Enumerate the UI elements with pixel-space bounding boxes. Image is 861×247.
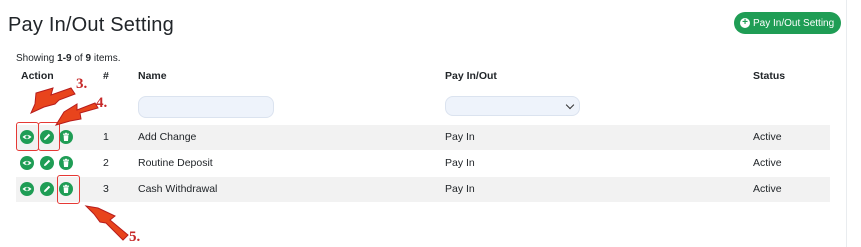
row-status: Active bbox=[753, 183, 782, 195]
plus-circle-icon: + bbox=[740, 18, 750, 28]
chevron-down-icon bbox=[565, 100, 575, 110]
row-index: 3 bbox=[103, 183, 109, 195]
callout-label-3: 3. bbox=[76, 76, 88, 92]
callout-label-5: 5. bbox=[129, 229, 141, 245]
delete-button[interactable] bbox=[59, 130, 73, 144]
pay-in-out-filter-select[interactable] bbox=[445, 96, 580, 116]
edit-button[interactable] bbox=[40, 156, 54, 170]
row-status: Active bbox=[753, 157, 782, 169]
add-button-label: Pay In/Out Setting bbox=[753, 17, 835, 29]
add-pay-in-out-setting-button[interactable]: + Pay In/Out Setting bbox=[734, 12, 842, 34]
eye-icon bbox=[22, 160, 32, 166]
row-pay-in-out: Pay In bbox=[445, 131, 475, 143]
trash-icon bbox=[63, 132, 69, 141]
table-row: 3 Cash Withdrawal Pay In Active bbox=[16, 177, 830, 202]
column-header-action: Action bbox=[21, 70, 54, 82]
callout-arrow-3 bbox=[30, 87, 76, 115]
pencil-icon bbox=[44, 159, 51, 166]
edit-button[interactable] bbox=[40, 182, 54, 196]
column-header-pay-in-out[interactable]: Pay In/Out bbox=[445, 70, 497, 82]
row-status: Active bbox=[753, 131, 782, 143]
delete-button[interactable] bbox=[59, 156, 73, 170]
trash-icon bbox=[63, 158, 69, 167]
callout-box-edit bbox=[38, 122, 60, 151]
pencil-icon bbox=[44, 185, 51, 192]
page-edge-divider bbox=[846, 0, 847, 247]
callout-label-4: 4. bbox=[96, 95, 108, 111]
results-summary: Showing 1-9 of 9 items. bbox=[16, 53, 121, 64]
page-title: Pay In/Out Setting bbox=[8, 14, 174, 36]
row-index: 1 bbox=[103, 131, 109, 143]
view-button[interactable] bbox=[20, 182, 34, 196]
callout-box-delete bbox=[57, 175, 80, 204]
row-name: Cash Withdrawal bbox=[138, 183, 218, 195]
row-pay-in-out: Pay In bbox=[445, 183, 475, 195]
row-name: Add Change bbox=[138, 131, 197, 143]
table-row: 2 Routine Deposit Pay In Active bbox=[16, 151, 830, 176]
callout-box-view bbox=[16, 122, 39, 151]
callout-arrow-4 bbox=[54, 102, 99, 126]
view-button[interactable] bbox=[20, 156, 34, 170]
eye-icon bbox=[22, 186, 32, 192]
row-name: Routine Deposit bbox=[138, 157, 213, 169]
row-index: 2 bbox=[103, 157, 109, 169]
callout-arrow-5 bbox=[84, 205, 129, 241]
column-header-index: # bbox=[103, 70, 109, 82]
column-header-name[interactable]: Name bbox=[138, 70, 167, 82]
row-pay-in-out: Pay In bbox=[445, 157, 475, 169]
column-header-status[interactable]: Status bbox=[753, 70, 785, 82]
callout-arrows bbox=[30, 87, 129, 241]
table-row: 1 Add Change Pay In Active bbox=[16, 125, 830, 150]
name-filter-input[interactable] bbox=[138, 96, 274, 118]
